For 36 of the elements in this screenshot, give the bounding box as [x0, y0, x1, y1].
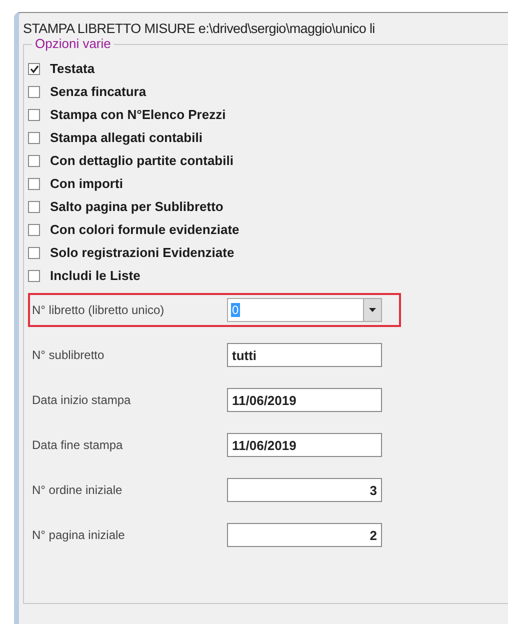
- field-label: Data inizio stampa: [32, 393, 132, 407]
- field-label: N° ordine iniziale: [32, 483, 124, 497]
- input-field[interactable]: 3: [227, 478, 382, 502]
- checkbox-label: Stampa con N°Elenco Prezzi: [50, 107, 226, 122]
- checkbox[interactable]: [28, 62, 40, 74]
- field-label: N° pagina iniziale: [32, 528, 126, 542]
- checkbox-label: Solo registrazioni Evidenziate: [50, 245, 234, 260]
- input-field[interactable]: 2: [227, 523, 382, 547]
- checkbox-label: Testata: [50, 61, 95, 76]
- checkbox[interactable]: [28, 270, 40, 282]
- checkbox[interactable]: [28, 132, 40, 144]
- checkbox[interactable]: [28, 178, 40, 190]
- checkbox-label: Con dettaglio partite contabili: [50, 153, 234, 168]
- field-label: Data fine stampa: [32, 438, 124, 452]
- checkbox[interactable]: [28, 224, 40, 236]
- input-field[interactable]: 11/06/2019: [227, 388, 382, 412]
- input-field[interactable]: tutti: [227, 343, 382, 367]
- checkbox-label: Senza fincatura: [50, 84, 146, 99]
- dropdown-button[interactable]: [363, 299, 381, 321]
- checkbox[interactable]: [28, 86, 40, 98]
- checkbox-label: Includi le Liste: [50, 268, 140, 283]
- checkbox-label: Stampa allegati contabili: [50, 130, 202, 145]
- checkbox-label: Con importi: [50, 176, 123, 191]
- checkbox-label: Salto pagina per Sublibretto: [50, 199, 224, 214]
- checkbox[interactable]: [28, 108, 40, 120]
- window-title: STAMPA LIBRETTO MISURE e:\drived\sergio\maggio\unico li: [22, 20, 376, 38]
- checkbox[interactable]: [28, 200, 40, 212]
- checkmark-icon: [30, 64, 38, 72]
- caret-icon: [369, 308, 376, 312]
- field-label: N° libretto (libretto unico): [32, 303, 166, 317]
- group-title: Opzioni varie: [32, 36, 114, 51]
- checkbox[interactable]: [28, 246, 40, 258]
- checkbox[interactable]: [28, 154, 40, 166]
- checkbox-label: Con colori formule evidenziate: [50, 222, 240, 237]
- input-field[interactable]: 11/06/2019: [227, 433, 382, 457]
- field-label: N° sublibretto: [32, 348, 106, 362]
